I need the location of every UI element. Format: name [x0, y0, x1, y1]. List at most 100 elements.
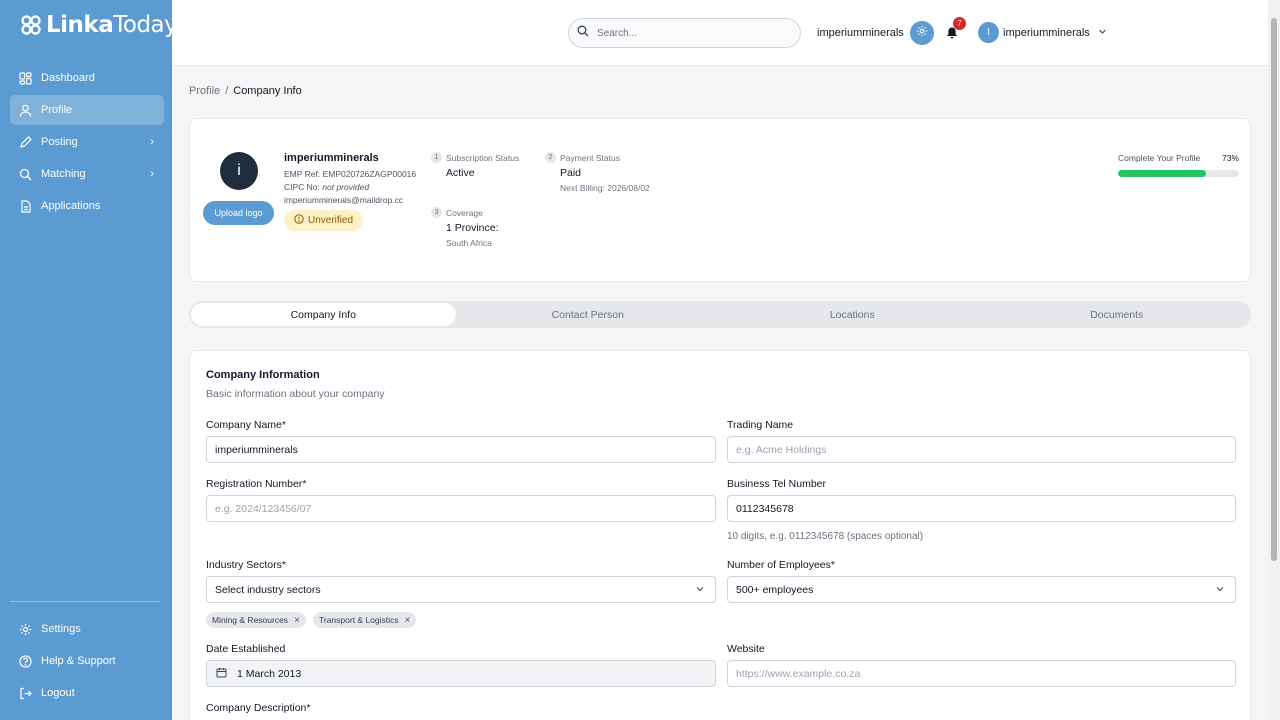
- next-billing-date: Next Billing: 2026/08/02: [560, 183, 650, 193]
- sidebar-item-label: Help & Support: [41, 655, 116, 667]
- registration-number-input[interactable]: [206, 495, 716, 522]
- company-info-form: Company Information Basic information ab…: [189, 350, 1251, 720]
- gear-icon: [18, 622, 32, 636]
- remove-chip-icon[interactable]: ×: [294, 615, 300, 626]
- sidebar-item-label: Settings: [41, 623, 81, 635]
- profile-completion-fill: [1118, 170, 1207, 177]
- search-box[interactable]: [568, 18, 801, 48]
- page-scrollbar[interactable]: [1268, 0, 1280, 720]
- website-label: Website: [727, 643, 765, 655]
- sidebar-item-label: Applications: [41, 200, 101, 212]
- company-settings-button[interactable]: [910, 21, 934, 45]
- tab-contact-person[interactable]: Contact Person: [456, 303, 721, 326]
- emp-ref: EMP Ref: EMP020726ZAGP00016: [284, 169, 417, 179]
- tab-company-info[interactable]: Company Info: [191, 303, 456, 326]
- sidebar-item-dashboard[interactable]: Dashboard: [10, 63, 164, 93]
- business-tel-label: Business Tel Number: [727, 478, 827, 490]
- sidebar-item-label: Logout: [41, 687, 75, 699]
- company-name-label: Company Name*: [206, 419, 286, 431]
- remove-chip-icon[interactable]: ×: [405, 615, 411, 626]
- search-input[interactable]: [597, 27, 787, 39]
- chevron-down-icon: [695, 584, 705, 597]
- sidebar-item-matching[interactable]: Matching ›: [10, 159, 164, 189]
- tab-locations[interactable]: Locations: [720, 303, 985, 326]
- profile-completion-bar: [1118, 170, 1239, 177]
- logo-text: LinkaToday: [46, 12, 178, 38]
- logo[interactable]: LinkaToday: [20, 12, 178, 38]
- sidebar-item-help[interactable]: Help & Support: [10, 646, 164, 676]
- step-number: 1: [431, 152, 442, 163]
- logout-icon: [18, 686, 32, 700]
- business-tel-input[interactable]: [727, 495, 1236, 522]
- trading-name-input[interactable]: [727, 436, 1236, 463]
- company-email: imperiumminerals@maildrop.cc: [284, 195, 404, 205]
- gear-icon: [916, 24, 928, 42]
- pencil-icon: [18, 135, 32, 149]
- dashboard-icon: [18, 71, 32, 85]
- chevron-down-icon: [1215, 584, 1225, 597]
- cipc-value: not provided: [322, 182, 370, 192]
- document-icon: [18, 199, 32, 213]
- date-established-input[interactable]: 1 March 2013: [206, 660, 716, 687]
- tab-documents[interactable]: Documents: [985, 303, 1250, 326]
- form-title: Company Information: [206, 369, 320, 381]
- coverage-value: 1 Province:: [446, 222, 499, 234]
- logo-icon: [21, 15, 41, 35]
- sidebar-nav: Dashboard Profile Posting › Matching › A…: [10, 63, 164, 223]
- notification-count-badge: 7: [953, 17, 966, 30]
- company-name-input[interactable]: [206, 436, 716, 463]
- sidebar-item-profile[interactable]: Profile: [10, 95, 164, 125]
- industry-sectors-placeholder: Select industry sectors: [215, 583, 321, 596]
- user-avatar[interactable]: I: [978, 22, 999, 43]
- upload-logo-button[interactable]: Upload logo: [203, 201, 274, 225]
- industry-chip: Transport & Logistics ×: [313, 612, 417, 628]
- business-tel-help: 10 digits, e.g. 0112345678 (spaces optio…: [727, 531, 924, 542]
- profile-tabs: Company Info Contact Person Locations Do…: [189, 301, 1251, 328]
- chevron-right-icon: ›: [150, 168, 154, 180]
- scrollbar-thumb[interactable]: [1271, 18, 1277, 561]
- sidebar-item-logout[interactable]: Logout: [10, 678, 164, 708]
- user-menu-name[interactable]: imperiumminerals: [1003, 27, 1090, 39]
- company-avatar: i: [220, 152, 258, 190]
- registration-number-label: Registration Number*: [206, 478, 307, 490]
- trading-name-label: Trading Name: [727, 419, 794, 431]
- industry-chip: Mining & Resources ×: [206, 612, 306, 628]
- sidebar: LinkaToday Dashboard Profile Posting › M…: [0, 0, 178, 720]
- sidebar-item-label: Posting: [41, 136, 78, 148]
- employees-select[interactable]: 500+ employees: [727, 576, 1236, 603]
- date-established-label: Date Established: [206, 643, 286, 655]
- breadcrumb-parent[interactable]: Profile: [189, 85, 220, 97]
- sidebar-item-label: Dashboard: [41, 72, 95, 84]
- company-name: imperiumminerals: [284, 152, 379, 164]
- payment-status-label: Payment Status: [560, 153, 621, 163]
- sidebar-divider: [10, 601, 161, 602]
- company-description-label: Company Description*: [206, 702, 311, 714]
- chip-label: Transport & Logistics: [319, 615, 399, 625]
- form-subtitle: Basic information about your company: [206, 388, 385, 400]
- employees-value: 500+ employees: [736, 583, 814, 596]
- date-established-value: 1 March 2013: [237, 667, 302, 680]
- profile-completion-label: Complete Your Profile: [1118, 153, 1201, 163]
- payment-status-value: Paid: [560, 167, 582, 179]
- company-name-label: imperiumminerals: [817, 27, 904, 39]
- website-input[interactable]: [727, 660, 1236, 687]
- search-icon: [18, 167, 32, 181]
- verification-status-text: Unverified: [307, 215, 354, 226]
- verification-status-badge: Unverified: [284, 210, 363, 231]
- coverage-country: South Africa: [446, 238, 492, 248]
- breadcrumb-separator: /: [225, 85, 229, 97]
- sidebar-item-applications[interactable]: Applications: [10, 191, 164, 221]
- topbar: imperiumminerals 7 I imperiumminerals: [172, 0, 1268, 66]
- industry-sectors-select[interactable]: Select industry sectors: [206, 576, 716, 603]
- cipc-number: CIPC No: not provided: [284, 182, 369, 192]
- sidebar-item-settings[interactable]: Settings: [10, 614, 164, 644]
- chevron-down-icon[interactable]: [1098, 27, 1107, 39]
- subscription-status-value: Active: [446, 167, 475, 179]
- industry-sectors-label: Industry Sectors*: [206, 559, 286, 571]
- alert-circle-icon: [294, 214, 304, 227]
- profile-completion-percent: 73%: [1222, 153, 1240, 163]
- sidebar-item-posting[interactable]: Posting ›: [10, 127, 164, 157]
- breadcrumb-current: Company Info: [233, 85, 302, 97]
- sidebar-item-label: Profile: [41, 104, 73, 116]
- profile-summary-card: i Upload logo imperiumminerals EMP Ref: …: [189, 118, 1251, 282]
